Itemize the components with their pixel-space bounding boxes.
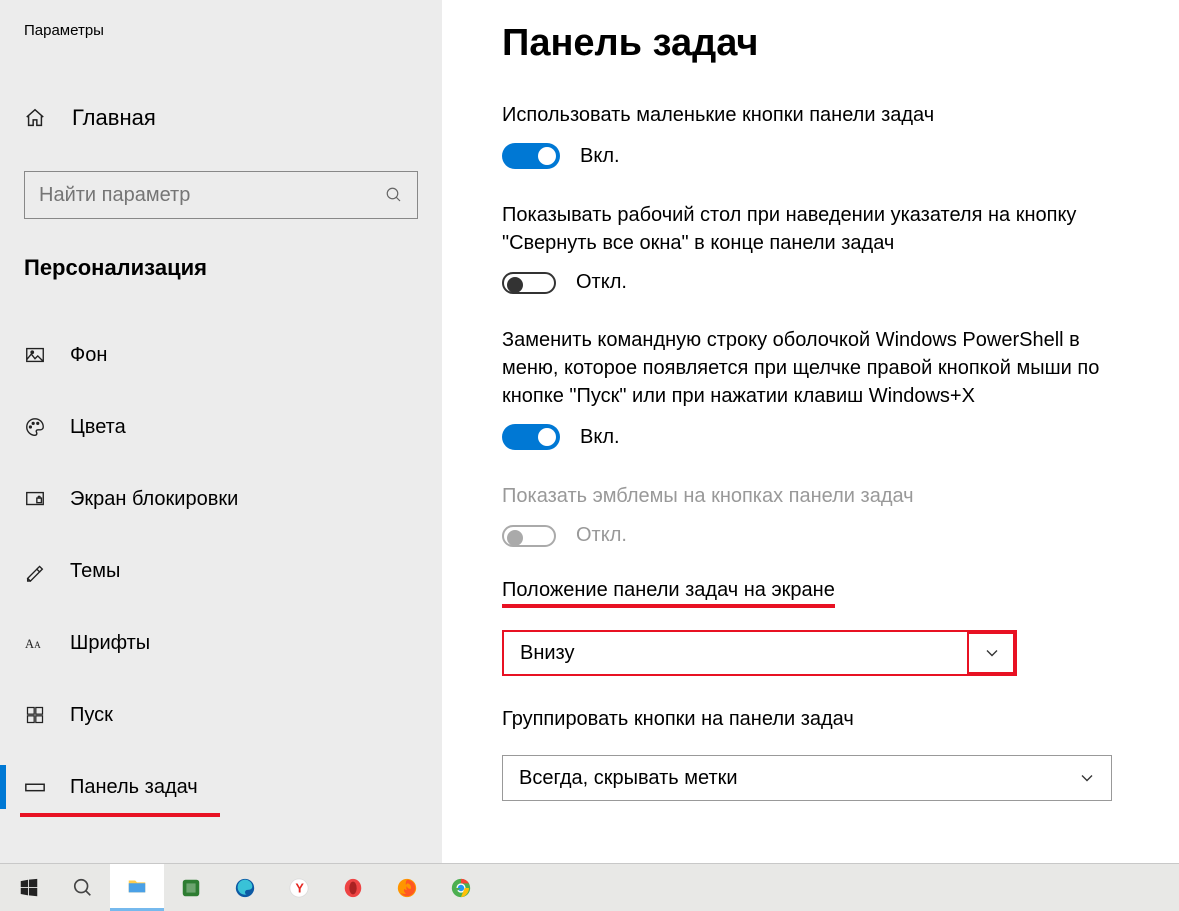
taskbar: Y bbox=[0, 863, 1179, 911]
toggle-small-buttons[interactable] bbox=[502, 143, 560, 169]
category-title: Персонализация bbox=[0, 219, 442, 289]
toggle-state: Откл. bbox=[576, 271, 627, 294]
setting-badges: Показать эмблемы на кнопках панели задач… bbox=[502, 482, 1112, 547]
home-label: Главная bbox=[72, 105, 156, 131]
sidebar-item-label: Цвета bbox=[70, 416, 126, 439]
taskbar-yandex-button[interactable]: Y bbox=[272, 864, 326, 911]
sidebar-item-label: Фон bbox=[70, 344, 107, 367]
main-content: Панель задач Использовать маленькие кноп… bbox=[442, 0, 1179, 863]
search-icon bbox=[385, 186, 403, 204]
sidebar-item-label: Темы bbox=[70, 560, 120, 583]
palette-icon bbox=[24, 416, 46, 438]
sidebar-item-background[interactable]: Фон bbox=[0, 319, 442, 391]
setting-taskbar-position: Положение панели задач на экране Внизу bbox=[502, 579, 1112, 676]
chevron-down-icon bbox=[1063, 756, 1111, 800]
setting-label: Использовать маленькие кнопки панели зад… bbox=[502, 101, 1112, 129]
themes-icon bbox=[24, 560, 46, 582]
taskbar-edge-button[interactable] bbox=[218, 864, 272, 911]
sidebar-item-fonts[interactable]: AA Шрифты bbox=[0, 607, 442, 679]
taskbar-icon bbox=[24, 776, 46, 798]
taskbar-position-dropdown[interactable]: Внизу bbox=[502, 630, 1017, 676]
toggle-badges bbox=[502, 525, 556, 547]
toggle-state: Вкл. bbox=[580, 145, 620, 168]
highlight-underline bbox=[20, 813, 220, 817]
sidebar-item-label: Пуск bbox=[70, 704, 113, 727]
dropdown-value: Внизу bbox=[504, 642, 967, 665]
home-button[interactable]: Главная bbox=[0, 95, 442, 141]
sidebar-nav: Фон Цвета Экран блокировки Темы bbox=[0, 319, 442, 823]
window-title: Параметры bbox=[0, 16, 442, 39]
sidebar-item-colors[interactable]: Цвета bbox=[0, 391, 442, 463]
sidebar-item-label: Шрифты bbox=[70, 632, 150, 655]
home-icon bbox=[24, 107, 48, 129]
toggle-peek-desktop[interactable] bbox=[502, 272, 556, 294]
toggle-state: Откл. bbox=[576, 524, 627, 547]
setting-label: Показать эмблемы на кнопках панели задач bbox=[502, 482, 1112, 510]
taskbar-explorer-button[interactable] bbox=[110, 864, 164, 911]
setting-label: Заменить командную строку оболочкой Wind… bbox=[502, 326, 1112, 410]
toggle-state: Вкл. bbox=[580, 426, 620, 449]
svg-text:A: A bbox=[25, 637, 34, 651]
grouping-dropdown[interactable]: Всегда, скрывать метки bbox=[502, 755, 1112, 801]
fonts-icon: AA bbox=[24, 632, 46, 654]
sidebar: Параметры Главная Персонализация Фон bbox=[0, 0, 442, 863]
search-input-container[interactable] bbox=[24, 171, 418, 219]
sidebar-item-themes[interactable]: Темы bbox=[0, 535, 442, 607]
taskbar-app-green[interactable] bbox=[164, 864, 218, 911]
dropdown-value: Всегда, скрывать метки bbox=[503, 767, 1063, 790]
sidebar-item-taskbar[interactable]: Панель задач bbox=[0, 751, 442, 823]
sidebar-item-start[interactable]: Пуск bbox=[0, 679, 442, 751]
setting-peek-desktop: Показывать рабочий стол при наведении ук… bbox=[502, 201, 1112, 294]
chevron-down-icon bbox=[967, 632, 1015, 674]
toggle-powershell[interactable] bbox=[502, 424, 560, 450]
picture-icon bbox=[24, 344, 46, 366]
taskbar-chrome-button[interactable] bbox=[434, 864, 488, 911]
setting-powershell: Заменить командную строку оболочкой Wind… bbox=[502, 326, 1112, 450]
setting-label: Показывать рабочий стол при наведении ук… bbox=[502, 201, 1112, 257]
sidebar-item-label: Панель задач bbox=[70, 776, 198, 799]
start-button[interactable] bbox=[2, 864, 56, 911]
taskbar-opera-button[interactable] bbox=[326, 864, 380, 911]
start-icon bbox=[24, 704, 46, 726]
search-input[interactable] bbox=[39, 184, 385, 207]
lockscreen-icon bbox=[24, 488, 46, 510]
page-title: Панель задач bbox=[502, 22, 1139, 65]
sidebar-item-lockscreen[interactable]: Экран блокировки bbox=[0, 463, 442, 535]
grouping-heading: Группировать кнопки на панели задач bbox=[502, 708, 854, 731]
svg-text:A: A bbox=[34, 640, 41, 650]
position-heading-text: Положение панели задач на экране bbox=[502, 579, 835, 601]
position-heading: Положение панели задач на экране bbox=[502, 579, 835, 602]
setting-grouping: Группировать кнопки на панели задач Всег… bbox=[502, 708, 1112, 801]
sidebar-item-label: Экран блокировки bbox=[70, 488, 238, 511]
svg-text:Y: Y bbox=[295, 880, 304, 895]
taskbar-firefox-button[interactable] bbox=[380, 864, 434, 911]
setting-small-buttons: Использовать маленькие кнопки панели зад… bbox=[502, 101, 1112, 169]
highlight-underline bbox=[502, 604, 835, 608]
taskbar-search-button[interactable] bbox=[56, 864, 110, 911]
